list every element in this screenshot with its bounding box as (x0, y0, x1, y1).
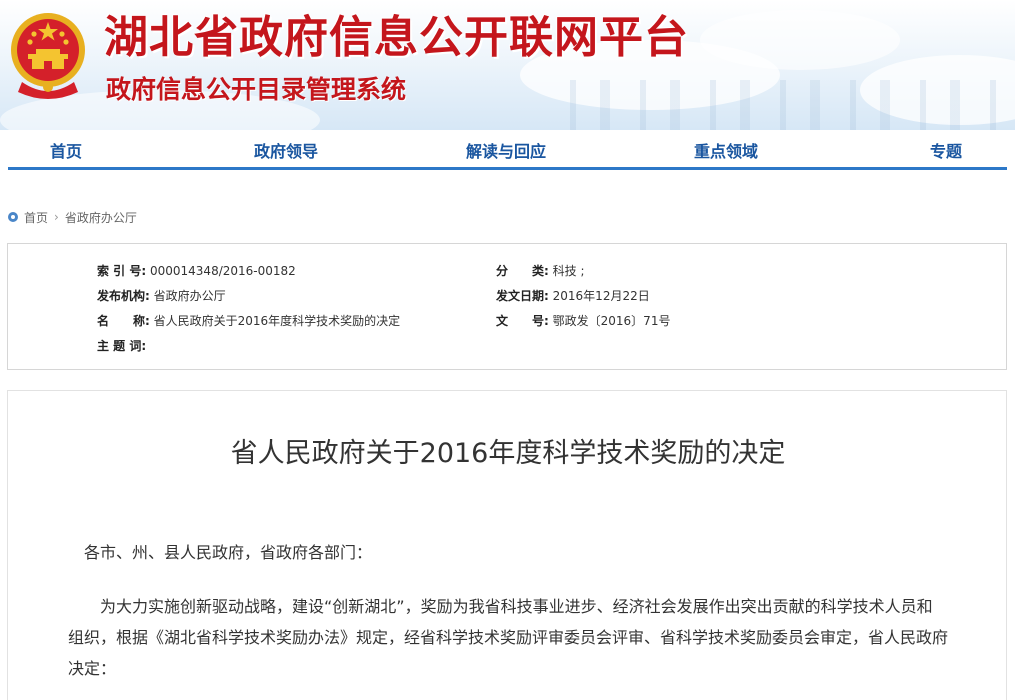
meta-docno-label: 文 号: (496, 314, 549, 328)
meta-index-label: 索 引 号: (97, 264, 147, 278)
header-banner: 湖北省政府信息公开联网平台 政府信息公开目录管理系统 (0, 0, 1015, 130)
meta-keywords: 主 题 词: (97, 338, 150, 354)
meta-name-label: 名 称: (97, 314, 150, 328)
meta-category-label: 分 类: (496, 264, 549, 278)
meta-category-value: 科技 ; (552, 264, 585, 278)
meta-publisher: 发布机构: 省政府办公厅 (97, 288, 226, 304)
article-paragraph: 为大力实施创新驱动战略，建设“创新湖北”，奖励为我省科技事业进步、经济社会发展作… (68, 597, 949, 678)
nav-topics[interactable]: 专题 (930, 138, 962, 162)
meta-docno: 文 号: 鄂政发〔2016〕71号 (496, 313, 670, 329)
banner-skyline (560, 80, 1015, 130)
meta-publisher-label: 发布机构: (97, 289, 150, 303)
nav-gov-leaders[interactable]: 政府领导 (254, 138, 318, 162)
meta-date: 发文日期: 2016年12月22日 (496, 288, 650, 304)
site-title: 湖北省政府信息公开联网平台 (104, 12, 689, 63)
breadcrumb-current-link[interactable]: 省政府办公厅 (65, 209, 137, 226)
meta-docno-value: 鄂政发〔2016〕71号 (552, 314, 671, 328)
nav-interpretation[interactable]: 解读与回应 (466, 138, 546, 162)
breadcrumb-separator: › (54, 210, 59, 224)
banner-cloud (700, 10, 900, 70)
article-body: 省人民政府关于2016年度科学技术奖励的决定 各市、州、县人民政府，省政府各部门… (7, 390, 1007, 700)
location-dot-icon (8, 212, 18, 222)
meta-index-value: 000014348/2016-00182 (149, 264, 296, 278)
meta-name: 名 称: 省人民政府关于2016年度科学技术奖励的决定 (97, 313, 400, 329)
breadcrumb: 首页 › 省政府办公厅 (8, 208, 137, 226)
site-subtitle: 政府信息公开目录管理系统 (106, 75, 407, 104)
meta-date-label: 发文日期: (496, 289, 549, 303)
meta-category: 分 类: 科技 ; (496, 263, 585, 279)
meta-name-value: 省人民政府关于2016年度科学技术奖励的决定 (153, 314, 401, 328)
meta-publisher-value: 省政府办公厅 (153, 289, 226, 303)
nav-key-areas[interactable]: 重点领域 (694, 138, 758, 162)
breadcrumb-home-link[interactable]: 首页 (24, 209, 48, 226)
national-emblem-icon (11, 13, 85, 99)
nav-home[interactable]: 首页 (50, 138, 82, 162)
meta-index: 索 引 号: 000014348/2016-00182 (97, 263, 296, 279)
main-nav: 首页 政府领导 解读与回应 重点领域 专题 (8, 130, 1007, 170)
article-salutation: 各市、州、县人民政府，省政府各部门： (84, 543, 373, 562)
meta-date-value: 2016年12月22日 (552, 289, 650, 303)
document-metadata: 索 引 号: 000014348/2016-00182 分 类: 科技 ; 发布… (7, 243, 1007, 370)
article-title: 省人民政府关于2016年度科学技术奖励的决定 (230, 438, 786, 469)
meta-keywords-label: 主 题 词: (97, 339, 147, 353)
